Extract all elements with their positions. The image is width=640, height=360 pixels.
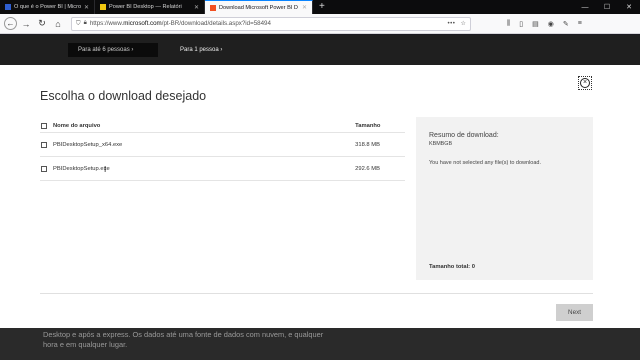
header-file-name: Nome do arquivo [53,122,101,129]
tab-label: Download Microsoft Power BI D [219,4,298,11]
tab-close-icon[interactable]: ✕ [194,4,199,11]
tab-favicon-icon [210,4,216,11]
table-row: PBIDesktopSetup.exe 292.6 MB I [40,157,405,181]
maximize-icon[interactable]: ☐ [596,3,618,11]
home-icon[interactable]: ⌂ [51,17,65,31]
file-size: 318.8 MB [355,141,380,148]
back-arrow-icon[interactable]: ← [4,17,17,30]
sidebar-icon[interactable]: ▯ [519,20,523,28]
file-size: 292.6 MB [355,165,380,172]
menu-icon[interactable]: ≡ [578,20,582,28]
select-all-checkbox[interactable] [41,122,47,129]
browser-toolbar: ← → ↻ ⌂ ⛉ 🔒︎ https://www. microsoft.com/p… [0,14,640,34]
page-text-line: Desktop e após a express. Os dados até u… [43,330,324,339]
tab-label: Power BI Desktop — Relatóri [109,4,182,10]
next-button[interactable]: Next [556,304,593,321]
summary-total-size: Tamanho total: 0 [429,264,475,270]
file-name: PBIDesktopSetup.exe [53,165,110,172]
tab-favicon-icon [5,4,11,10]
reload-icon[interactable]: ↻ [35,17,49,31]
tab-what-is-power-bi[interactable]: O que é o Power BI | Microsoft ✕ [0,0,95,14]
close-window-icon[interactable]: ✕ [618,3,640,11]
table-row: PBIDesktopSetup_x64.exe 318.8 MB [40,133,405,157]
page-body-text: Desktop e após a express. Os dados até u… [0,328,640,360]
window-controls: — ☐ ✕ [574,0,640,14]
tab-favicon-icon [100,4,106,10]
shield-icon[interactable]: ⛉ [76,20,81,28]
extension-icon[interactable]: ✎ [563,20,569,28]
reader-icon[interactable]: ▤ [532,20,539,28]
tab-download-power-bi[interactable]: Download Microsoft Power BI D ✕ [205,0,313,14]
summary-title: Resumo de download: [429,132,499,139]
address-bar[interactable]: ⛉ 🔒︎ https://www. microsoft.com/pt-BR/dow… [71,16,471,31]
page-actions-icon[interactable]: ••• [447,20,455,27]
tab-label: O que é o Power BI | Microsoft [14,4,81,10]
close-icon: × [580,78,590,88]
summary-size-units: KBMBGB [429,141,453,147]
bookmark-star-icon[interactable]: ☆ [460,20,466,27]
url-path: /pt-BR/download/details.aspx?id=58494 [161,20,271,27]
new-tab-button[interactable]: + [313,0,331,14]
file-checkbox-x86[interactable] [41,165,47,172]
file-checkbox-x64[interactable] [41,141,47,148]
file-name: PBIDesktopSetup_x64.exe [53,141,123,148]
download-summary-panel: Resumo de download: KBMBGB You have not … [416,117,593,280]
account-icon[interactable]: ◉ [548,20,554,28]
header-size: Tamanho [355,122,381,129]
tab-power-bi-desktop[interactable]: Power BI Desktop — Relatóri ✕ [95,0,205,14]
summary-message: You have not selected any file(s) to dow… [429,160,542,166]
lock-icon[interactable]: 🔒︎ [84,20,87,27]
library-icon[interactable]: ⫼ [507,20,510,28]
forward-arrow-icon[interactable]: → [19,17,33,31]
tab-close-icon[interactable]: ✕ [302,4,307,11]
page-header-area: Para até 6 pessoas › Para 1 pessoa › [0,35,640,65]
url-prefix: https://www. [89,20,124,27]
minimize-icon[interactable]: — [574,4,596,11]
file-table: Nome do arquivo Tamanho PBIDesktopSetup_… [40,119,405,181]
plan-six-people-button[interactable]: Para até 6 pessoas › [68,43,158,57]
modal-title: Escolha o download desejado [40,89,207,103]
browser-tab-strip: O que é o Power BI | Microsoft ✕ Power B… [0,0,640,14]
text-cursor-icon: I [104,165,107,174]
plan-one-person-button[interactable]: Para 1 pessoa › [170,43,250,57]
download-modal: × Escolha o download desejado Nome do ar… [0,65,640,328]
modal-divider [40,293,593,294]
url-host: microsoft.com [123,20,162,27]
close-modal-button[interactable]: × [578,76,592,90]
page-text-line: hora e em qualquer lugar. [43,340,128,349]
toolbar-right-icons: ⫼ ▯ ▤ ◉ ✎ ≡ [507,20,582,28]
tab-close-icon[interactable]: ✕ [84,4,89,11]
table-header: Nome do arquivo Tamanho [40,119,405,133]
